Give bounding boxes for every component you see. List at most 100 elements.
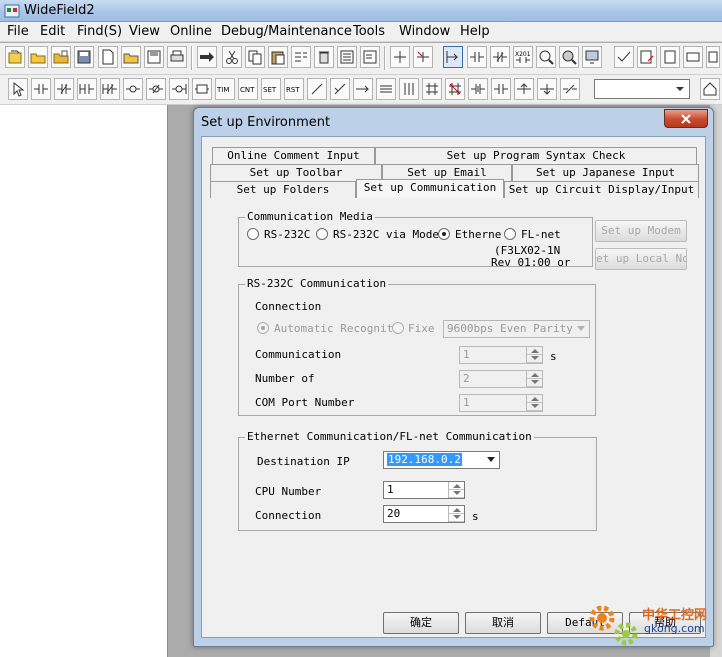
copy-icon[interactable] — [245, 46, 265, 68]
up-arrow-icon[interactable] — [514, 78, 534, 100]
horizontal-lines-icon[interactable] — [376, 78, 396, 100]
parity-select[interactable]: 9600bps Even Parity — [443, 320, 590, 338]
coil-parallel-icon[interactable] — [169, 78, 189, 100]
menu-window[interactable]: Window — [398, 24, 451, 39]
cut-icon[interactable] — [222, 46, 242, 68]
grid-delete-icon[interactable] — [445, 78, 465, 100]
setup-modem-button[interactable]: Set up Modem — [595, 220, 687, 242]
x201-icon[interactable]: X201 — [513, 46, 533, 68]
radio-auto-recognition[interactable] — [257, 322, 269, 334]
communication-spinner[interactable]: 1 — [459, 346, 543, 364]
pointer-mode-icon[interactable] — [443, 46, 463, 68]
close-button[interactable] — [664, 109, 708, 128]
more-icon[interactable] — [706, 46, 720, 68]
delete-line-icon[interactable] — [413, 46, 433, 68]
radio-ethernet[interactable] — [438, 228, 450, 240]
radio-fl-net-label: FL-net — [521, 228, 561, 241]
menu-file[interactable]: File — [6, 24, 30, 39]
properties-icon[interactable] — [360, 46, 380, 68]
radio-rs232c-modem[interactable] — [316, 228, 328, 240]
open-project-icon[interactable] — [51, 46, 71, 68]
monitor-icon[interactable] — [582, 46, 602, 68]
document-icon[interactable] — [660, 46, 680, 68]
branch-arrow-icon[interactable] — [353, 78, 373, 100]
save-file-icon[interactable] — [144, 46, 164, 68]
new-file-icon[interactable] — [98, 46, 118, 68]
open-folder-icon[interactable] — [28, 46, 48, 68]
coil-negated-icon[interactable] — [146, 78, 166, 100]
menu-find[interactable]: Find(S) — [76, 24, 123, 39]
falling-edge-icon[interactable] — [491, 78, 511, 100]
destination-ip-label: Destination IP — [257, 455, 350, 468]
diagonal-contact-icon[interactable] — [560, 78, 580, 100]
tag-icon[interactable] — [683, 46, 703, 68]
menu-debug-maintenance[interactable]: Debug/Maintenance — [220, 24, 353, 39]
ok-button[interactable]: 确定 — [383, 612, 459, 634]
check-icon[interactable] — [614, 46, 634, 68]
rising-edge-icon[interactable] — [468, 78, 488, 100]
contact-or-icon[interactable] — [77, 78, 97, 100]
download-arrow-icon[interactable] — [197, 46, 217, 68]
reset-instruction-icon[interactable]: RST — [284, 78, 304, 100]
setup-local-node-button[interactable]: et up Local Nod — [595, 248, 687, 270]
coil-icon[interactable] — [123, 78, 143, 100]
spinner-arrows-icon[interactable] — [448, 506, 464, 522]
contact-nc-icon[interactable] — [54, 78, 74, 100]
number-of-spinner[interactable]: 2 — [459, 370, 543, 388]
contact-a-icon[interactable] — [467, 46, 487, 68]
toolbar-dropdown[interactable] — [594, 79, 690, 99]
select-arrow-icon[interactable] — [8, 78, 28, 100]
instruction-box-icon[interactable] — [192, 78, 212, 100]
zoom-in-icon[interactable] — [536, 46, 556, 68]
spinner-arrows-icon[interactable] — [448, 482, 464, 498]
radio-fl-net[interactable] — [504, 228, 516, 240]
grid-edit-icon[interactable] — [422, 78, 442, 100]
diagonal-check-icon[interactable] — [330, 78, 350, 100]
tab-communication[interactable]: Set up Communication — [356, 179, 504, 198]
cpu-number-spinner[interactable]: 1 — [383, 481, 465, 499]
paste-icon[interactable] — [268, 46, 288, 68]
radio-fixed[interactable] — [392, 322, 404, 334]
standard-toolbar: X201 — [0, 43, 722, 75]
tab-program-syntax-check[interactable]: Set up Program Syntax Check — [375, 147, 697, 164]
vertical-lines-icon[interactable] — [399, 78, 419, 100]
document-edit-icon[interactable] — [637, 46, 657, 68]
print-icon[interactable] — [167, 46, 187, 68]
destination-ip-combobox[interactable]: 192.168.0.2 — [383, 451, 500, 469]
app-icon — [4, 3, 20, 19]
open-file-icon[interactable] — [121, 46, 141, 68]
contact-b-icon[interactable] — [490, 46, 510, 68]
home-icon[interactable] — [700, 78, 720, 100]
com-port-spinner[interactable]: 1 — [459, 394, 543, 412]
project-tree-panel[interactable] — [0, 105, 168, 657]
list-view-icon[interactable] — [337, 46, 357, 68]
timer-icon[interactable]: TIM — [215, 78, 235, 100]
chevron-down-icon[interactable] — [483, 452, 499, 468]
counter-icon[interactable]: CNT — [238, 78, 258, 100]
new-project-icon[interactable] — [5, 46, 25, 68]
diagonal-line-icon[interactable] — [307, 78, 327, 100]
tab-japanese-input[interactable]: Set up Japanese Input — [512, 164, 699, 181]
down-arrow-icon[interactable] — [537, 78, 557, 100]
zoom-out-icon[interactable] — [559, 46, 579, 68]
block-edit-icon[interactable] — [291, 46, 311, 68]
menu-view[interactable]: View — [128, 24, 161, 39]
contact-or-nc-icon[interactable] — [100, 78, 120, 100]
radio-rs232c[interactable] — [247, 228, 259, 240]
connection-timeout-spinner[interactable]: 20 — [383, 505, 465, 523]
contact-no-icon[interactable] — [31, 78, 51, 100]
menu-tools[interactable]: Tools — [352, 24, 386, 39]
menu-help[interactable]: Help — [459, 24, 491, 39]
menu-bar: File Edit Find(S) View Online Debug/Main… — [0, 22, 722, 42]
save-project-icon[interactable] — [74, 46, 94, 68]
tab-folders[interactable]: Set up Folders — [210, 181, 356, 198]
delete-icon[interactable] — [314, 46, 334, 68]
cancel-button[interactable]: 取消 — [465, 612, 541, 634]
tab-online-comment-input[interactable]: Online Comment Input — [212, 147, 375, 164]
menu-online[interactable]: Online — [169, 24, 213, 39]
insert-line-icon[interactable] — [390, 46, 410, 68]
destination-ip-value: 192.168.0.2 — [387, 453, 462, 466]
menu-edit[interactable]: Edit — [39, 24, 66, 39]
tab-circuit-display-input[interactable]: Set up Circuit Display/Input — [504, 181, 699, 198]
set-instruction-icon[interactable]: SET — [261, 78, 281, 100]
